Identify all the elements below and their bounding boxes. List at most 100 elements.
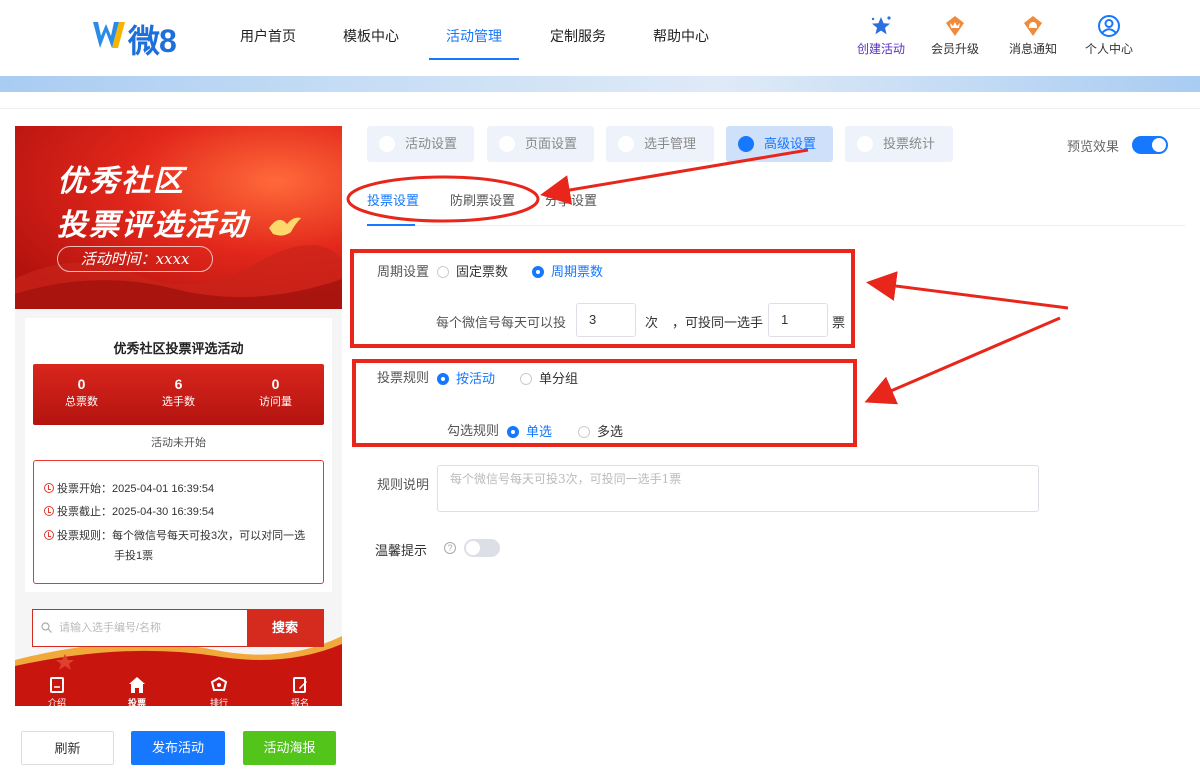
help-icon[interactable]: ? (444, 542, 456, 554)
radio-fixed-votes[interactable]: 固定票数 (437, 261, 508, 280)
tab-activity-settings[interactable]: 活动设置 (367, 126, 474, 162)
activity-poster: 优秀社区 投票评选活动 活动时间：xxxx (15, 126, 342, 309)
tab-page-settings[interactable]: 页面设置 (487, 126, 594, 162)
radio-single-group[interactable]: 单分组 (520, 368, 578, 387)
radio-by-activity[interactable]: 按活动 (437, 368, 495, 387)
radio-multiple-choice[interactable]: 多选 (578, 421, 623, 440)
mobile-preview: 优秀社区 投票评选活动 活动时间：xxxx 优秀社区投票评选活动 0 总票数 6… (15, 126, 342, 706)
check-rule-label: 勾选规则 (447, 423, 500, 438)
vote-rule-label: 投票规则 (377, 370, 430, 385)
tab-player-management[interactable]: 选手管理 (606, 126, 714, 162)
member-upgrade-button[interactable]: 会员升级 (920, 14, 990, 57)
votes-per-player-input[interactable]: 1 (768, 303, 828, 337)
tab-vote[interactable]: 投票 (107, 676, 167, 706)
radio-dot (437, 373, 449, 385)
radio-label: 按活动 (456, 371, 496, 386)
preview-effect-toggle[interactable] (1132, 136, 1168, 154)
member-upgrade-label: 会员升级 (930, 42, 979, 56)
create-activity-button[interactable]: 创建活动 (846, 14, 916, 57)
activity-poster-button[interactable]: 活动海报 (243, 731, 336, 765)
rule-value: 2025-04-01 16:39:54 (112, 483, 215, 495)
radio-single-choice[interactable]: 单选 (507, 421, 552, 440)
rule-value: 每个微信号每天可投3次，可以对同一选 (112, 530, 306, 542)
activity-title: 优秀社区投票评选活动 (113, 341, 244, 356)
top-header: 微8 用户首页 模板中心 活动管理 定制服务 帮助中心 创建活动 会员升级 消息… (0, 0, 1200, 76)
times-unit: 次 (645, 315, 659, 330)
tab-label: 介绍 (47, 698, 66, 706)
search-button[interactable]: 搜索 (247, 610, 323, 646)
logo-text: 微8 (128, 23, 177, 59)
rule-desc-label: 规则说明 (377, 477, 430, 492)
tab-label: 高级设置 (764, 136, 817, 151)
nav-template-center[interactable]: 模板中心 (341, 0, 401, 76)
personal-center-button[interactable]: 个人中心 (1074, 14, 1144, 57)
nav-activity-management[interactable]: 活动管理 (429, 0, 519, 76)
tab-vote-statistics[interactable]: 投票统计 (845, 126, 953, 162)
person-icon (618, 136, 634, 152)
stat-value: 0 (271, 376, 280, 392)
logo-w-icon (93, 22, 125, 48)
chart-icon (857, 136, 873, 152)
activity-status: 活动未开始 (151, 437, 206, 449)
rule-label: 投票截止： (57, 506, 112, 518)
subtab-share-settings[interactable]: 分享设置 (545, 190, 597, 209)
rule-desc-textarea[interactable]: 每个微信号每天可投3次，可投同一选手1票 (437, 465, 1039, 512)
tab-label: 页面设置 (525, 136, 578, 151)
nav-user-home[interactable]: 用户首页 (238, 0, 298, 76)
create-activity-label: 创建活动 (856, 42, 905, 56)
rule-value: 2025-04-30 16:39:54 (112, 506, 215, 518)
activity-info-card: 优秀社区投票评选活动 0 总票数 6 选手数 0 访问量 活动未开始 投票开始：… (25, 318, 332, 592)
subtab-vote-settings[interactable]: 投票设置 (367, 190, 419, 209)
poster-title-line1: 优秀社区 (57, 164, 185, 199)
edit-icon (293, 677, 307, 693)
cycle-settings-label: 周期设置 (377, 264, 430, 279)
stat-players: 6 选手数 (130, 376, 227, 409)
clock-icon (44, 483, 54, 493)
radio-label: 单分组 (539, 371, 579, 386)
tab-label: 活动设置 (405, 136, 458, 151)
stat-label: 总票数 (65, 396, 98, 408)
nav-help-center[interactable]: 帮助中心 (651, 0, 711, 76)
tab-advanced-settings[interactable]: 高级设置 (726, 126, 833, 162)
tab-ranking[interactable]: 排行 (189, 676, 249, 706)
nav-custom-service[interactable]: 定制服务 (548, 0, 608, 76)
book-icon (50, 677, 64, 693)
sliders-icon (738, 136, 754, 152)
radio-label: 单选 (526, 424, 553, 439)
rule-start: 投票开始：2025-04-01 16:39:54 (44, 480, 214, 499)
publish-activity-button[interactable]: 发布活动 (131, 731, 225, 765)
rule-vote: 投票规则：每个微信号每天可投3次，可以对同一选 (44, 527, 305, 546)
player-search-input[interactable] (33, 610, 247, 646)
rule-label: 投票规则： (57, 530, 112, 542)
annotation-arrow-2 (866, 271, 1069, 310)
subtab-anti-fraud-settings[interactable]: 防刷票设置 (450, 190, 515, 209)
tab-label: 选手管理 (644, 136, 697, 151)
radio-dot (532, 266, 544, 278)
stat-label: 访问量 (259, 396, 292, 408)
bell-icon (1024, 16, 1042, 36)
subtab-active-underline (367, 224, 415, 226)
annotation-arrow-3 (864, 316, 1061, 405)
tip-label: 温馨提示 (375, 543, 428, 558)
heart-icon (379, 136, 395, 152)
tab-signup[interactable]: 报名 (270, 676, 330, 706)
crown-icon (946, 16, 964, 36)
stat-total-votes: 0 总票数 (33, 376, 130, 409)
user-icon (1098, 15, 1120, 37)
rule-end: 投票截止：2025-04-30 16:39:54 (44, 503, 214, 522)
personal-center-label: 个人中心 (1084, 42, 1133, 56)
radio-cycle-votes[interactable]: 周期票数 (532, 261, 603, 280)
logo[interactable]: 微8 (92, 14, 192, 59)
tip-toggle[interactable] (464, 539, 500, 557)
vote-rules-box: 投票开始：2025-04-01 16:39:54 投票截止：2025-04-30… (33, 460, 324, 584)
home-icon (129, 677, 145, 693)
tab-label: 排行 (209, 698, 228, 706)
notifications-button[interactable]: 消息通知 (998, 14, 1068, 57)
votes-unit: 票 (832, 315, 846, 330)
page-icon (499, 136, 515, 152)
refresh-button[interactable]: 刷新 (21, 731, 114, 765)
radio-label: 固定票数 (456, 264, 509, 279)
tab-intro[interactable]: 介绍 (27, 676, 87, 706)
votes-per-day-input[interactable]: 3 (576, 303, 636, 337)
stats-panel: 0 总票数 6 选手数 0 访问量 (33, 364, 324, 425)
